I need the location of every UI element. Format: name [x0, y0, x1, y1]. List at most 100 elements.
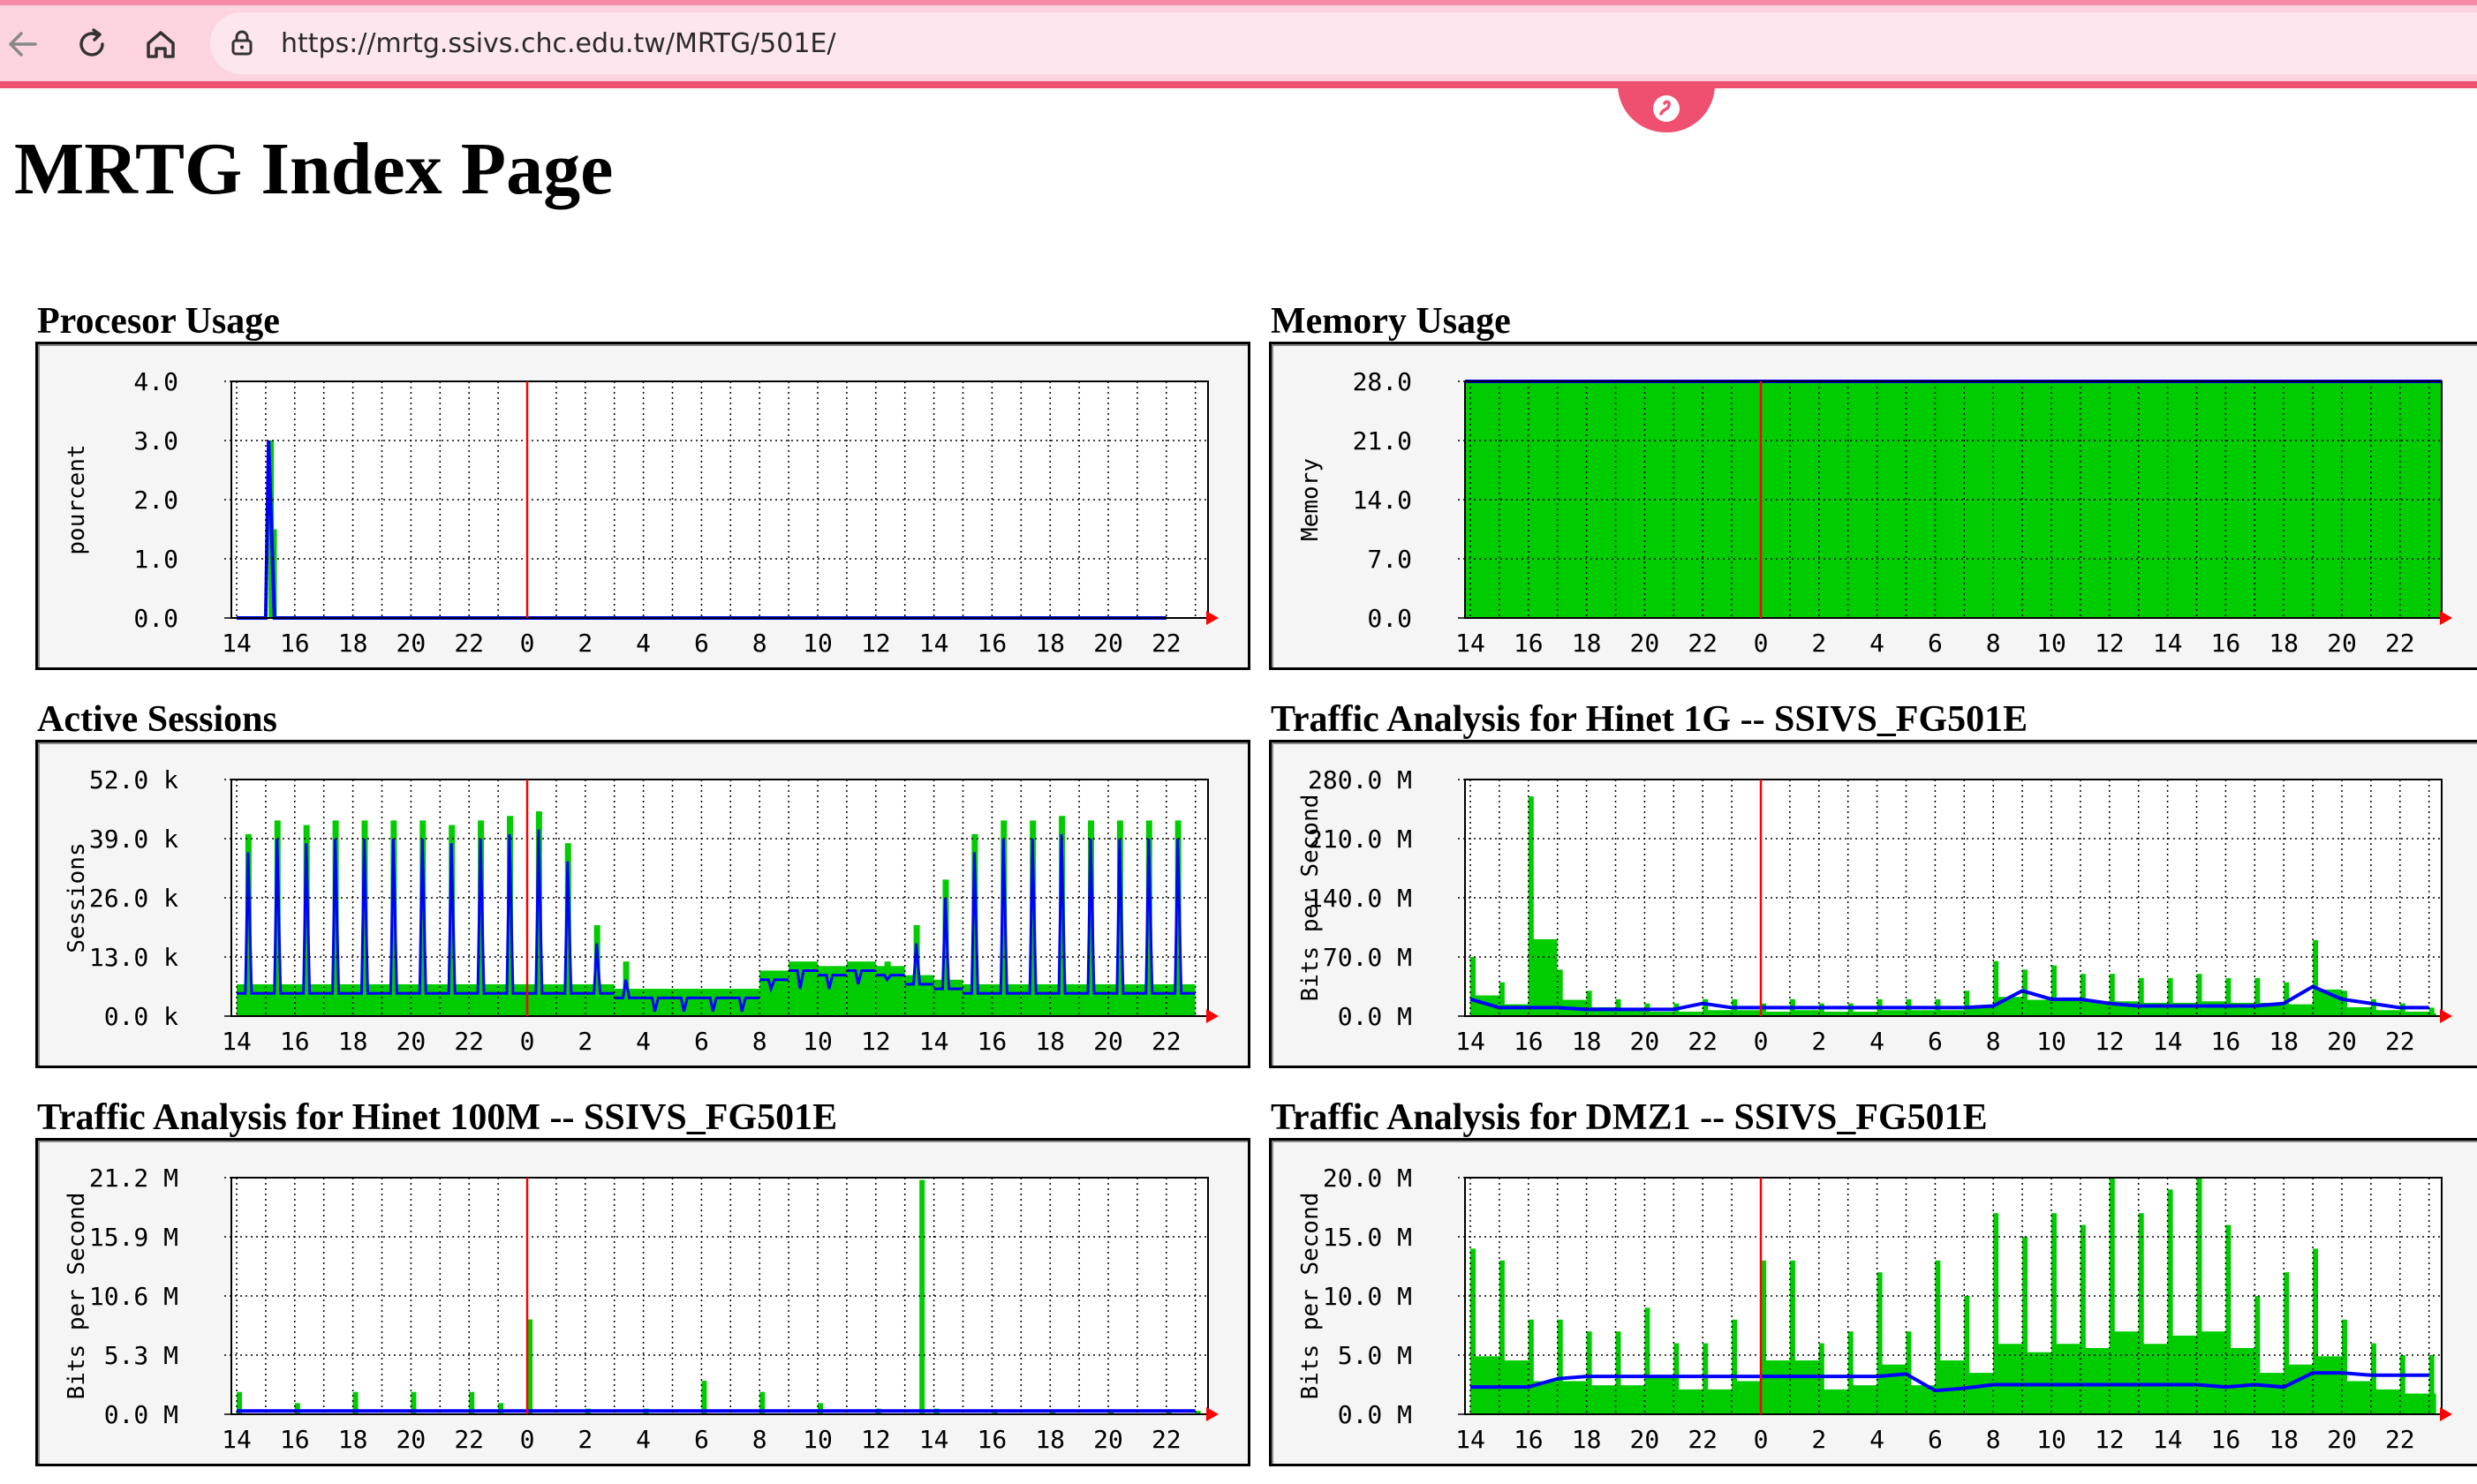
y-tick-label: 5.3 M: [104, 1341, 178, 1370]
series-fill: [1470, 1356, 1499, 1414]
x-tick-label: 2: [578, 629, 593, 658]
address-bar[interactable]: https://mrtg.ssivs.chc.edu.tw/MRTG/501E/: [210, 12, 2477, 74]
panel-title-memory[interactable]: Memory Usage: [1271, 303, 1511, 340]
x-tick-label: 16: [1514, 1027, 1544, 1056]
graph-hinet-1g[interactable]: 280.0 M 210.0 M 140.0 M 70.0 M 0.0 M 14 16 18 20…: [1269, 740, 2477, 1068]
series-fill: [2399, 1393, 2429, 1414]
x-tick-label: 4: [636, 1425, 651, 1454]
series-fill: [2022, 999, 2051, 1016]
x-tick-label: 22: [1688, 1425, 1718, 1454]
x-tick-label: 10: [803, 629, 833, 658]
x-tick-label: 4: [1869, 1425, 1884, 1454]
axis-arrow-icon: [2440, 1407, 2452, 1421]
x-tick-label: 12: [2095, 629, 2125, 658]
x-tick-label: 22: [1152, 1425, 1182, 1454]
x-tick-label: 22: [1688, 629, 1718, 658]
panel-title-hinet-1g[interactable]: Traffic Analysis for Hinet 1G -- SSIVS_F…: [1271, 701, 2028, 738]
x-tick-label: 16: [978, 1425, 1008, 1454]
x-tick-label: 20: [1093, 1027, 1123, 1056]
series-fill: [1703, 1010, 1733, 1016]
x-tick-label: 20: [396, 1425, 427, 1454]
x-tick-label: 22: [454, 1027, 484, 1056]
chart-svg: 21.2 M15.9 M10.6 M5.3 M0.0 M14 16 18 20 22 0 2…: [64, 1164, 1219, 1454]
axis-arrow-icon: [2440, 611, 2452, 625]
x-tick-label: 0: [520, 1425, 535, 1454]
y-tick-label: 0.0 M: [1338, 1400, 1412, 1429]
x-tick-label: 2: [578, 1027, 593, 1056]
x-tick-label: 16: [2211, 1027, 2241, 1056]
url-text[interactable]: https://mrtg.ssivs.chc.edu.tw/MRTG/501E/: [281, 28, 836, 59]
y-tick-label: 70.0 M: [1323, 943, 1412, 972]
y-tick-label: 26.0 k: [89, 884, 178, 913]
x-tick-label: 12: [2095, 1425, 2125, 1454]
graph-memory[interactable]: 28.0 21.0 14.0 7.0 0.0 14 16 18 20 22 0 2 4 6 8 10 12 14 1…: [1269, 342, 2477, 670]
x-tick-label: 0: [1754, 629, 1769, 658]
x-tick-label: 6: [1928, 1425, 1943, 1454]
series-spike: [768, 970, 775, 1016]
series-fill: [1964, 1373, 1994, 1414]
x-tick-label: 18: [2269, 1027, 2299, 1056]
y-tick-label: 0.0 M: [104, 1400, 178, 1429]
series-fill: [2196, 1001, 2226, 1016]
y-tick-label: 3.0: [133, 426, 178, 456]
x-tick-label: 20: [396, 629, 427, 658]
panel-title-processor[interactable]: Procesor Usage: [37, 303, 280, 340]
panel-title-dmz1[interactable]: Traffic Analysis for DMZ1 -- SSIVS_FG501…: [1271, 1099, 1988, 1136]
chart-svg: 280.0 M210.0 M140.0 M70.0 M0.0 M14 16 18 20…: [1297, 765, 2452, 1056]
site-info-icon[interactable]: [224, 26, 260, 61]
back-button[interactable]: [0, 16, 51, 72]
x-tick-label: 14: [222, 1425, 252, 1454]
series-fill: [1818, 1389, 1848, 1414]
y-tick-label: 1.0: [133, 545, 178, 574]
chart-svg: 20.0 M15.0 M10.0 M5.0 M0.0 M14 16 18 20 22 0 2…: [1297, 1164, 2452, 1454]
x-tick-label: 14: [919, 629, 949, 658]
x-tick-label: 14: [1455, 629, 1485, 658]
chart-svg: 4.0 3.0 2.0 1.0 0.0 14 16 18 20 22 0 2 4 6 8 10 12 14 16 18…: [64, 367, 1219, 658]
x-tick-label: 22: [1688, 1027, 1718, 1056]
series-fill: [1906, 1010, 1936, 1016]
graph-hinet-100m[interactable]: 21.2 M 15.9 M 10.6 M 5.3 M 0.0 M 14 16 18 20 22 0 2…: [35, 1138, 1250, 1466]
y-axis-label: Memory: [1297, 458, 1324, 541]
x-tick-label: 6: [694, 1425, 709, 1454]
x-tick-label: 14: [2153, 629, 2183, 658]
panel-title-hinet-100m[interactable]: Traffic Analysis for Hinet 100M -- SSIVS…: [37, 1099, 837, 1136]
y-tick-label: 15.0 M: [1323, 1223, 1412, 1252]
home-button[interactable]: [132, 16, 189, 72]
x-tick-label: 12: [861, 1027, 891, 1056]
vpn-extension-badge[interactable]: [1618, 85, 1715, 132]
x-tick-label: 16: [2211, 629, 2241, 658]
x-tick-label: 20: [396, 1027, 427, 1056]
x-tick-label: 6: [694, 1027, 709, 1056]
reload-button[interactable]: [64, 16, 120, 72]
y-tick-label: 0.0: [1367, 604, 1412, 633]
series-fill: [2196, 1331, 2226, 1414]
x-tick-label: 18: [1572, 1425, 1602, 1454]
graph-sessions[interactable]: 52.0 k 39.0 k 26.0 k 13.0 k 0.0 k 14 16 18 20 22 0…: [35, 740, 1250, 1068]
panel-title-sessions[interactable]: Active Sessions: [37, 701, 277, 738]
series-fill: [2370, 1389, 2400, 1414]
series-fill: [2109, 1331, 2139, 1414]
x-tick-label: 4: [1869, 629, 1884, 658]
x-tick-label: 14: [222, 1027, 252, 1056]
x-tick-label: 6: [1928, 1027, 1943, 1056]
y-tick-label: 28.0: [1353, 367, 1412, 396]
x-tick-label: 8: [752, 1027, 767, 1056]
x-tick-label: 16: [978, 1027, 1008, 1056]
series-fill: [1732, 1010, 1761, 1016]
series-fill: [1615, 1385, 1645, 1414]
graph-processor[interactable]: 4.0 3.0 2.0 1.0 0.0 14 16 18 20 22 0 2 4 6 8 10 12 14 16 18…: [35, 342, 1250, 670]
x-tick-label: 8: [1986, 629, 2001, 658]
x-tick-label: 18: [1572, 1027, 1602, 1056]
series-fill: [2313, 1356, 2342, 1414]
graph-dmz1[interactable]: 20.0 M 15.0 M 10.0 M 5.0 M 0.0 M 14 16 18 20 22 0 2…: [1269, 1138, 2477, 1466]
y-tick-label: 52.0 k: [89, 765, 178, 795]
x-tick-label: 8: [752, 629, 767, 658]
x-tick-label: 14: [2153, 1027, 2183, 1056]
x-tick-label: 16: [2211, 1425, 2241, 1454]
x-tick-label: 0: [520, 629, 535, 658]
series-fill: [2080, 1347, 2110, 1414]
y-tick-label: 20.0 M: [1323, 1164, 1412, 1193]
y-tick-label: 2.0: [133, 486, 178, 515]
x-tick-label: 10: [2036, 1425, 2066, 1454]
y-axis-label: Bits per Second: [1297, 1193, 1324, 1400]
